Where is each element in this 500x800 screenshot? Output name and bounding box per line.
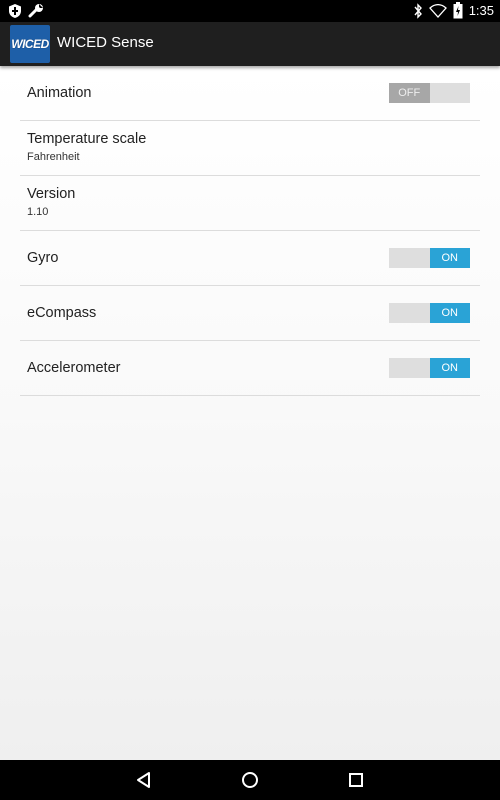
toggle-track: [389, 248, 430, 268]
setting-summary: 1.10: [27, 206, 49, 218]
setting-version[interactable]: Version 1.10: [20, 176, 480, 231]
home-icon[interactable]: [236, 768, 264, 792]
toggle-label: ON: [429, 303, 470, 323]
navigation-bar: [0, 760, 500, 800]
toggle-label: ON: [429, 248, 470, 268]
status-bar: 1:35: [0, 0, 500, 22]
accelerometer-toggle[interactable]: ON: [389, 358, 470, 378]
setting-animation[interactable]: Animation OFF: [20, 66, 480, 121]
setting-title: Temperature scale: [27, 131, 147, 147]
app-logo[interactable]: WICED: [10, 25, 50, 63]
toggle-label: ON: [429, 358, 470, 378]
wrench-icon: [28, 3, 44, 19]
setting-ecompass[interactable]: eCompass ON: [20, 286, 480, 341]
setting-title: Gyro: [27, 250, 59, 266]
setting-title: eCompass: [27, 305, 97, 321]
back-icon[interactable]: [130, 768, 158, 792]
battery-icon: [453, 2, 463, 19]
shield-icon: [8, 3, 22, 19]
action-bar: WICED WICED Sense: [0, 22, 500, 66]
recents-icon[interactable]: [342, 768, 370, 792]
wifi-icon: [428, 3, 447, 18]
setting-title: Animation: [27, 85, 92, 101]
settings-list: Animation OFF Temperature scale Fahrenhe…: [20, 66, 480, 396]
toggle-track: [389, 358, 430, 378]
bluetooth-icon: [413, 2, 423, 19]
gyro-toggle[interactable]: ON: [389, 248, 470, 268]
settings-content: Animation OFF Temperature scale Fahrenhe…: [0, 66, 500, 760]
clock-time: 1:35: [468, 3, 494, 18]
setting-summary: Fahrenheit: [27, 151, 80, 163]
toggle-track: [389, 303, 430, 323]
setting-gyro[interactable]: Gyro ON: [20, 231, 480, 286]
setting-accelerometer[interactable]: Accelerometer ON: [20, 341, 480, 396]
setting-temperature-scale[interactable]: Temperature scale Fahrenheit: [20, 121, 480, 176]
setting-title: Version: [27, 186, 76, 202]
toggle-track: [430, 83, 471, 103]
ecompass-toggle[interactable]: ON: [389, 303, 470, 323]
logo-text: WICED: [11, 37, 49, 51]
animation-toggle[interactable]: OFF: [389, 83, 470, 103]
app-title: WICED Sense: [57, 34, 154, 51]
setting-title: Accelerometer: [27, 360, 121, 376]
toggle-label: OFF: [389, 83, 430, 103]
